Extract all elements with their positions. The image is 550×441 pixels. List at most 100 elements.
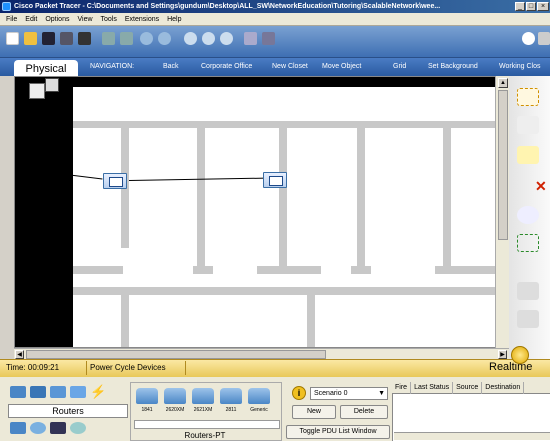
redo-icon[interactable] bbox=[158, 32, 171, 45]
realtime-clock-icon[interactable] bbox=[511, 346, 529, 364]
floorplan-wall bbox=[279, 128, 287, 266]
palette-icon[interactable] bbox=[244, 32, 257, 45]
floorplan-wall bbox=[73, 121, 508, 128]
floorplan-wall bbox=[257, 266, 321, 274]
device-label: 2621XM bbox=[193, 407, 213, 413]
vertical-scroll-thumb[interactable] bbox=[498, 90, 508, 240]
scenario-info-icon[interactable]: i bbox=[292, 386, 306, 400]
event-list-header: Fire Last Status Source Destination bbox=[392, 382, 550, 394]
router-2811-icon[interactable] bbox=[220, 388, 242, 404]
router-2620xm-icon[interactable] bbox=[164, 388, 186, 404]
realtime-mode-label[interactable]: Realtime bbox=[489, 361, 532, 373]
info-icon[interactable] bbox=[522, 32, 535, 45]
device-label: 2811 bbox=[225, 407, 237, 413]
workspace-left-border bbox=[15, 77, 73, 347]
move-layout-icon[interactable] bbox=[517, 116, 539, 134]
floorplan-wall bbox=[443, 128, 451, 266]
floorplan-wall bbox=[121, 295, 129, 347]
select-tool-icon[interactable] bbox=[517, 88, 539, 106]
menu-edit[interactable]: Edit bbox=[25, 16, 37, 23]
nav-corporate-office-button[interactable]: Corporate Office bbox=[201, 63, 252, 70]
menu-file[interactable]: File bbox=[6, 16, 17, 23]
floorplan-wall bbox=[197, 128, 205, 266]
scroll-up-button[interactable]: ▲ bbox=[498, 78, 508, 88]
closet-icon[interactable] bbox=[45, 78, 59, 92]
multiuser-category-icon[interactable] bbox=[70, 422, 86, 434]
horizontal-scrollbar[interactable]: ◀ ▶ bbox=[14, 348, 509, 359]
event-list-scrollbar[interactable] bbox=[394, 432, 550, 440]
router-device[interactable] bbox=[103, 173, 127, 189]
device-panel-scrollbar[interactable] bbox=[134, 420, 280, 429]
column-fire[interactable]: Fire bbox=[392, 382, 412, 394]
undo-icon[interactable] bbox=[140, 32, 153, 45]
delete-scenario-button[interactable]: Delete bbox=[340, 405, 388, 419]
switches-category-icon[interactable] bbox=[30, 386, 46, 398]
wireless-category-icon[interactable] bbox=[70, 386, 86, 398]
connections-category-icon[interactable]: ⚡ bbox=[90, 384, 106, 400]
menu-view[interactable]: View bbox=[77, 16, 92, 23]
custom-devices-category-icon[interactable] bbox=[50, 422, 66, 434]
menu-bar: File Edit Options View Tools Extensions Help bbox=[0, 13, 550, 26]
help-icon[interactable] bbox=[538, 32, 550, 45]
menu-extensions[interactable]: Extensions bbox=[125, 16, 159, 23]
copy-icon[interactable] bbox=[102, 32, 115, 45]
app-icon bbox=[2, 2, 11, 11]
column-source[interactable]: Source bbox=[453, 382, 483, 394]
floorplan-wall bbox=[73, 287, 508, 295]
time-display: Time: 00:09:21 bbox=[6, 363, 60, 372]
activity-wizard-icon[interactable] bbox=[78, 32, 91, 45]
floorplan-navigator-icon[interactable] bbox=[29, 83, 45, 99]
nav-back-button[interactable]: Back bbox=[163, 63, 179, 70]
title-bar: Cisco Packet Tracer - C:\Documents and S… bbox=[0, 0, 550, 13]
column-last-status[interactable]: Last Status bbox=[411, 382, 454, 394]
router-1841-icon[interactable] bbox=[136, 388, 158, 404]
scroll-left-button[interactable]: ◀ bbox=[15, 350, 24, 359]
new-file-icon[interactable] bbox=[6, 32, 19, 45]
zoom-in-icon[interactable] bbox=[184, 32, 197, 45]
device-label: 1841 bbox=[141, 407, 153, 413]
nav-new-closet-button[interactable]: New Closet bbox=[272, 63, 308, 70]
scroll-right-button[interactable]: ▶ bbox=[498, 350, 507, 359]
nav-set-background-button[interactable]: Set Background bbox=[428, 63, 478, 70]
navigation-label: NAVIGATION: bbox=[90, 63, 135, 70]
vertical-scrollbar[interactable]: ▲ bbox=[495, 76, 509, 348]
add-simple-pdu-icon[interactable] bbox=[517, 282, 539, 300]
zoom-reset-icon[interactable] bbox=[202, 32, 215, 45]
paste-icon[interactable] bbox=[120, 32, 133, 45]
zoom-out-icon[interactable] bbox=[220, 32, 233, 45]
maximize-button[interactable]: □ bbox=[526, 2, 536, 11]
horizontal-scroll-thumb[interactable] bbox=[26, 350, 326, 359]
resize-shape-icon[interactable] bbox=[517, 234, 539, 252]
router-device[interactable] bbox=[263, 172, 287, 188]
place-note-icon[interactable] bbox=[517, 146, 539, 164]
nav-move-object-button[interactable]: Move Object bbox=[322, 63, 361, 70]
close-button[interactable]: × bbox=[537, 2, 549, 11]
save-icon[interactable] bbox=[42, 32, 55, 45]
hubs-category-icon[interactable] bbox=[50, 386, 66, 398]
nav-grid-button[interactable]: Grid bbox=[393, 63, 406, 70]
subcategory-label: Routers-PT bbox=[184, 431, 226, 440]
routers-category-icon[interactable] bbox=[10, 386, 26, 398]
minimize-button[interactable]: _ bbox=[515, 2, 525, 11]
custom-device-icon[interactable] bbox=[262, 32, 275, 45]
print-icon[interactable] bbox=[60, 32, 73, 45]
menu-tools[interactable]: Tools bbox=[101, 16, 117, 23]
new-scenario-button[interactable]: New bbox=[292, 405, 336, 419]
inspect-icon[interactable] bbox=[517, 206, 539, 224]
delete-icon[interactable]: ✕ bbox=[535, 178, 547, 195]
scenario-select[interactable]: Scenario 0 ▼ bbox=[310, 387, 388, 400]
menu-help[interactable]: Help bbox=[167, 16, 181, 23]
toggle-pdu-list-button[interactable]: Toggle PDU List Window bbox=[286, 425, 390, 439]
router-generic-icon[interactable] bbox=[248, 388, 270, 404]
menu-options[interactable]: Options bbox=[45, 16, 69, 23]
column-destination[interactable]: Destination bbox=[482, 382, 525, 394]
chevron-down-icon: ▼ bbox=[378, 390, 385, 397]
end-devices-category-icon[interactable] bbox=[10, 422, 26, 434]
open-folder-icon[interactable] bbox=[24, 32, 37, 45]
window-title: Cisco Packet Tracer - C:\Documents and S… bbox=[14, 3, 441, 10]
router-2621xm-icon[interactable] bbox=[192, 388, 214, 404]
add-complex-pdu-icon[interactable] bbox=[517, 310, 539, 328]
wan-emulation-category-icon[interactable] bbox=[30, 422, 46, 434]
nav-working-closet-button[interactable]: Working Clos bbox=[499, 63, 541, 70]
physical-workspace[interactable] bbox=[14, 76, 509, 348]
